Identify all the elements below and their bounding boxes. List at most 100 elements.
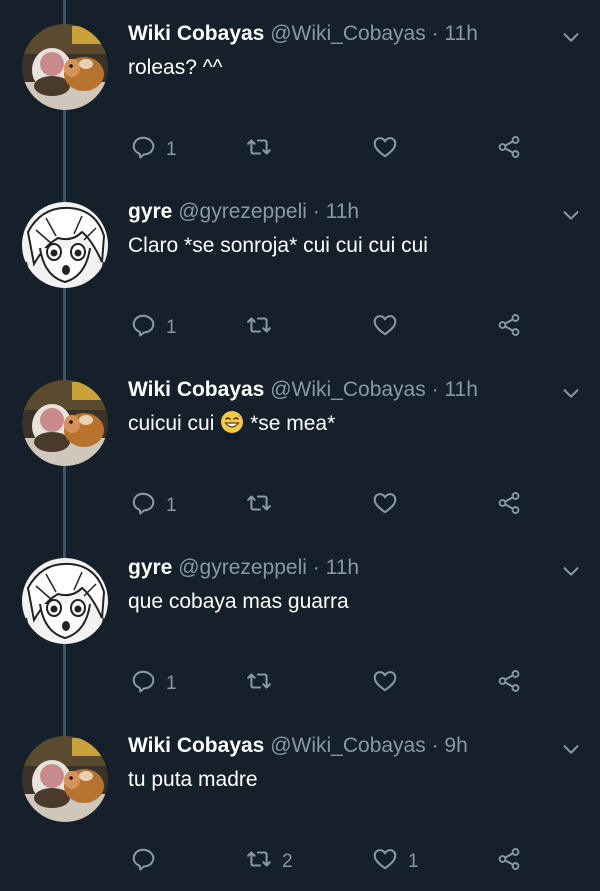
avatar[interactable] [22,202,108,288]
like-button[interactable] [372,492,408,520]
timestamp[interactable]: 11h [444,22,477,45]
tweet-header: Wiki Cobayas @Wiki_Cobayas · 9h [128,732,468,760]
tweet-text: tu puta madre [128,768,258,791]
reply-icon [130,312,156,344]
tweet-text: cuicui cui [128,412,215,435]
reply-count: 1 [166,317,177,338]
share-icon [496,668,522,700]
reply-count: 1 [166,495,177,516]
reply-icon [130,846,156,878]
heart-icon [372,846,398,878]
tweet-actions: 1 [128,492,528,520]
display-name[interactable]: gyre [128,556,172,579]
tweet-text-after-emoji: *se mea* [250,412,336,435]
avatar[interactable] [22,24,108,110]
tweet-thread: Wiki Cobayas @Wiki_Cobayas · 11h roleas? … [0,0,600,891]
heart-icon [372,134,398,166]
share-button[interactable] [496,314,522,342]
chevron-down-icon[interactable] [560,382,582,404]
retweet-icon [246,490,272,522]
retweet-icon [246,134,272,166]
reply-icon [130,668,156,700]
share-button[interactable] [496,670,522,698]
reply-button[interactable] [130,848,166,876]
share-button[interactable] [496,492,522,520]
retweet-icon [246,312,272,344]
tweet-actions: 21 [128,848,528,876]
chevron-down-icon[interactable] [560,560,582,582]
like-button[interactable] [372,670,408,698]
retweet-icon [246,846,272,878]
display-name[interactable]: gyre [128,200,172,223]
separator-dot: · [312,200,320,223]
user-handle[interactable]: @Wiki_Cobayas [270,378,426,401]
tweet-body: tu puta madre [128,766,258,794]
retweet-button[interactable] [246,136,282,164]
share-icon [496,846,522,878]
separator-dot: · [431,734,439,757]
like-button[interactable]: 1 [372,848,419,876]
tweet[interactable]: Wiki Cobayas @Wiki_Cobayas · 11h cuicui c… [0,356,600,534]
share-button[interactable] [496,848,522,876]
tweet[interactable]: Wiki Cobayas @Wiki_Cobayas · 9h tu puta m… [0,712,600,890]
timestamp[interactable]: 9h [444,734,467,757]
tweet-body: Claro *se sonroja* cui cui cui cui [128,232,428,260]
separator-dot: · [431,378,439,401]
user-handle[interactable]: @gyrezeppeli [178,200,307,223]
heart-icon [372,668,398,700]
retweet-button[interactable] [246,670,282,698]
tweet-body: roleas? ^^ [128,54,222,82]
user-handle[interactable]: @Wiki_Cobayas [270,734,426,757]
tweet-actions: 1 [128,136,528,164]
tweet-body: que cobaya mas guarra [128,588,349,616]
display-name[interactable]: Wiki Cobayas [128,22,264,45]
share-button[interactable] [496,136,522,164]
retweet-button[interactable]: 2 [246,848,293,876]
tweet-header: gyre @gyrezeppeli · 11h [128,198,359,226]
tweet-actions: 1 [128,314,528,342]
like-count: 1 [408,851,419,872]
tweet-header: gyre @gyrezeppeli · 11h [128,554,359,582]
timestamp[interactable]: 11h [326,556,359,579]
chevron-down-icon[interactable] [560,738,582,760]
display-name[interactable]: Wiki Cobayas [128,734,264,757]
chevron-down-icon[interactable] [560,26,582,48]
user-handle[interactable]: @Wiki_Cobayas [270,22,426,45]
reply-count: 1 [166,139,177,160]
chevron-down-icon[interactable] [560,204,582,226]
retweet-count: 2 [282,851,293,872]
user-handle[interactable]: @gyrezeppeli [178,556,307,579]
share-icon [496,490,522,522]
tweet[interactable]: gyre @gyrezeppeli · 11h Claro *se sonroja… [0,178,600,356]
reply-button[interactable]: 1 [130,136,177,164]
tweet[interactable]: gyre @gyrezeppeli · 11h que cobaya mas gu… [0,534,600,712]
tweet[interactable]: Wiki Cobayas @Wiki_Cobayas · 11h roleas? … [0,0,600,178]
reply-button[interactable]: 1 [130,492,177,520]
avatar[interactable] [22,380,108,466]
timestamp[interactable]: 11h [326,200,359,223]
share-icon [496,134,522,166]
like-button[interactable] [372,136,408,164]
reply-button[interactable]: 1 [130,670,177,698]
avatar[interactable] [22,558,108,644]
display-name[interactable]: Wiki Cobayas [128,378,264,401]
reply-icon [130,490,156,522]
separator-dot: · [431,22,439,45]
reply-button[interactable]: 1 [130,314,177,342]
tweet-body: cuicui cui *se mea* [128,410,335,438]
tweet-actions: 1 [128,670,528,698]
reply-icon [130,134,156,166]
grinning-sweat-emoji-icon [220,410,244,434]
avatar[interactable] [22,736,108,822]
timestamp[interactable]: 11h [444,378,477,401]
heart-icon [372,312,398,344]
heart-icon [372,490,398,522]
retweet-button[interactable] [246,314,282,342]
tweet-header: Wiki Cobayas @Wiki_Cobayas · 11h [128,376,478,404]
tweet-text: Claro *se sonroja* cui cui cui cui [128,234,428,257]
like-button[interactable] [372,314,408,342]
retweet-button[interactable] [246,492,282,520]
retweet-icon [246,668,272,700]
separator-dot: · [312,556,320,579]
tweet-text: que cobaya mas guarra [128,590,349,613]
